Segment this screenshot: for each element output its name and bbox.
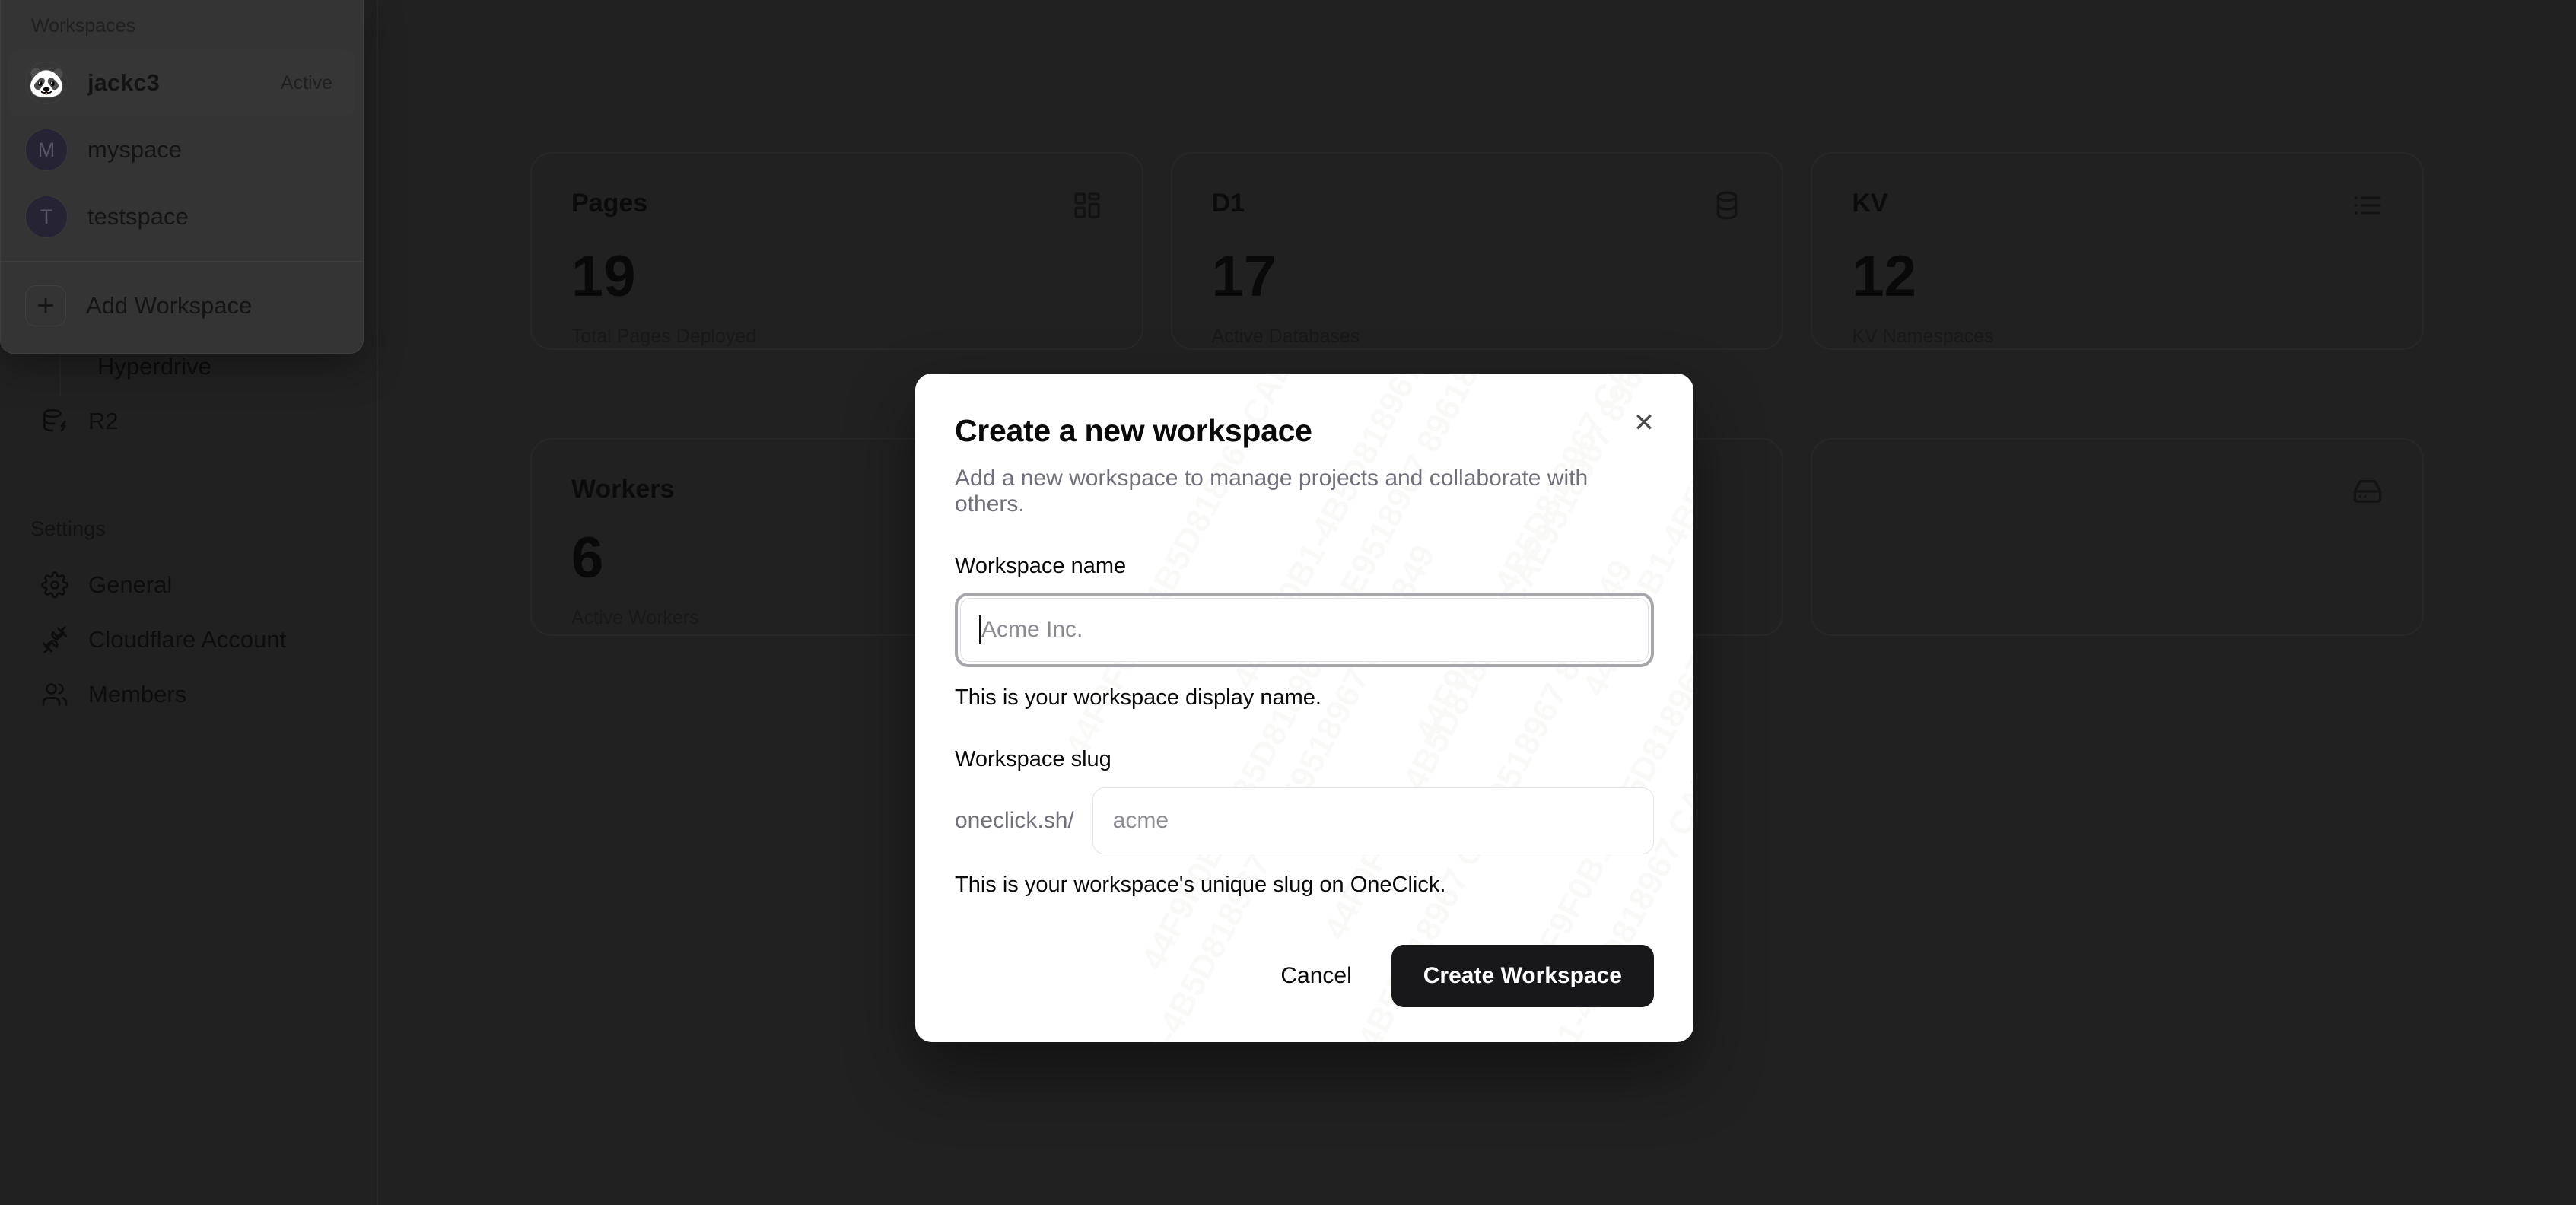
watermark-text: 44F9F0B1-4B5D818967 CAE9518967 8961849 bbox=[1666, 554, 1693, 1042]
workspace-name-input[interactable]: Acme Inc. bbox=[960, 598, 1649, 662]
workspace-name-help: This is your workspace display name. bbox=[955, 685, 1321, 710]
close-icon[interactable]: ✕ bbox=[1628, 407, 1660, 439]
divider bbox=[1, 261, 363, 262]
avatar: M bbox=[25, 129, 68, 171]
create-workspace-button[interactable]: Create Workspace bbox=[1391, 945, 1654, 1007]
cancel-button[interactable]: Cancel bbox=[1255, 946, 1377, 1006]
create-workspace-dialog: 44F9F0B1-4B5D818967 CAE9518967 8961849 4… bbox=[915, 374, 1693, 1042]
workspaces-group-label: Workspaces bbox=[31, 15, 136, 37]
add-workspace-label: Add Workspace bbox=[86, 292, 253, 319]
workspace-item-testspace[interactable]: T testspace bbox=[8, 183, 355, 250]
workspace-name-label: Workspace name bbox=[955, 554, 1127, 578]
workspace-name: jackc3 bbox=[87, 69, 160, 96]
workspace-name: testspace bbox=[87, 203, 189, 230]
avatar: 🐼 bbox=[25, 62, 68, 104]
workspace-name-input-ring: Acme Inc. bbox=[955, 593, 1654, 667]
workspace-slug-input[interactable]: acme bbox=[1092, 787, 1654, 854]
dialog-actions: Cancel Create Workspace bbox=[955, 945, 1654, 1007]
status-badge: Active bbox=[280, 72, 332, 94]
workspace-slug-placeholder: acme bbox=[1112, 808, 1169, 833]
workspace-item-myspace[interactable]: M myspace bbox=[8, 116, 355, 183]
avatar: T bbox=[25, 196, 68, 238]
plus-icon: + bbox=[25, 285, 66, 326]
workspace-name-placeholder: Acme Inc. bbox=[981, 617, 1083, 642]
dialog-description: Add a new workspace to manage projects a… bbox=[955, 466, 1589, 517]
add-workspace-button[interactable]: + Add Workspace bbox=[8, 269, 355, 342]
workspace-name: myspace bbox=[87, 136, 183, 163]
workspace-slug-label: Workspace slug bbox=[955, 747, 1111, 771]
page-title: Create a new workspace bbox=[955, 413, 1312, 448]
workspace-slug-row: oneclick.sh/ acme bbox=[955, 787, 1654, 854]
workspace-slug-help: This is your workspace's unique slug on … bbox=[955, 873, 1446, 897]
text-caret bbox=[979, 615, 981, 644]
workspace-item-jackc3[interactable]: 🐼 jackc3 Active bbox=[8, 49, 355, 116]
slug-prefix: oneclick.sh/ bbox=[955, 808, 1074, 833]
workspace-switcher-dropdown: Workspaces 🐼 jackc3 Active M myspace T t… bbox=[0, 0, 364, 354]
